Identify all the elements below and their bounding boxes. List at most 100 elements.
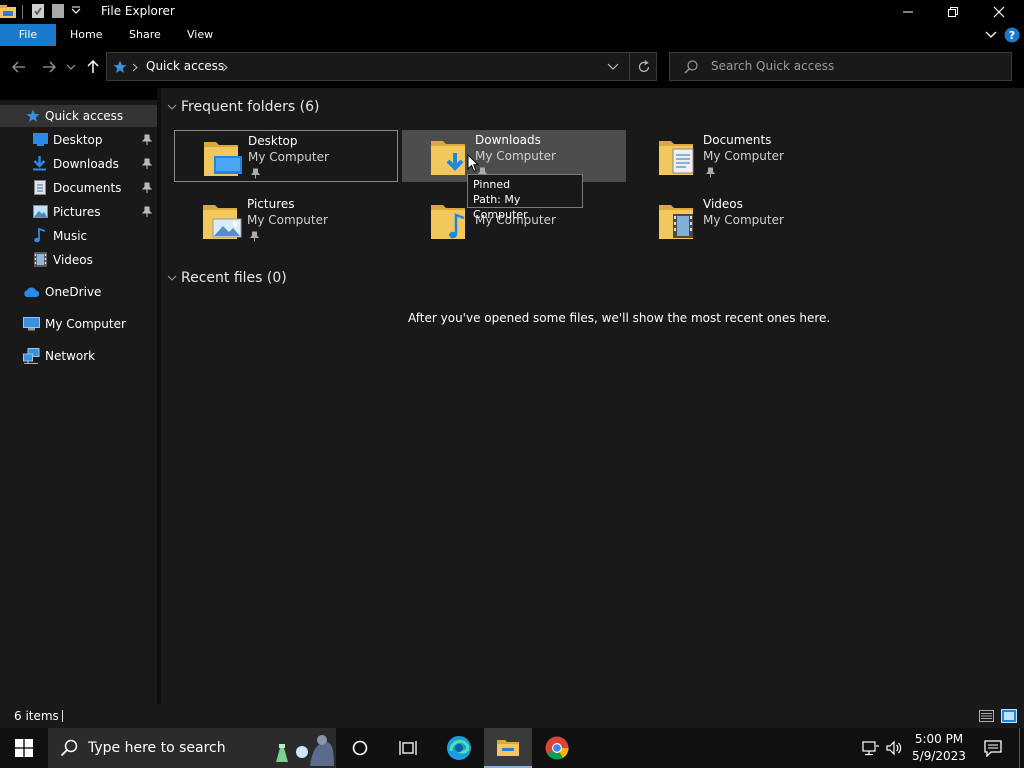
computer-icon [23,317,40,331]
tooltip-line: Path: My Computer [473,193,528,221]
folder-icon [0,4,16,21]
back-button[interactable] [8,56,30,78]
pin-icon[interactable] [142,206,152,218]
sidebar-item-label: Videos [53,253,93,267]
pictures-folder-icon [203,205,242,239]
taskbar: Type here to search 5:00 PM 5/9/2023 [0,728,1024,768]
sidebar-item-desktop[interactable]: Desktop [0,129,157,151]
arrow-up-icon [87,60,99,73]
folder-path: My Computer [703,149,784,163]
folder-name: Pictures [247,197,295,211]
action-center-button[interactable] [976,728,1010,768]
volume-icon[interactable] [886,740,902,756]
sidebar-item-videos[interactable]: Videos [0,249,157,271]
folder-tile-documents[interactable]: Documents My Computer [630,130,854,182]
pin-icon[interactable] [142,182,152,194]
tab-file[interactable]: File [0,24,56,46]
chevron-down-icon [66,64,76,70]
recent-locations-button[interactable] [62,56,80,78]
system-clock[interactable]: 5:00 PM 5/9/2023 [912,731,966,765]
network-status-icon[interactable] [862,740,880,756]
sidebar-item-music[interactable]: Music [0,225,157,247]
expand-ribbon-button[interactable] [984,29,998,44]
folder-path: My Computer [247,213,328,227]
network-icon [23,348,40,364]
recent-files-empty-message: After you've opened some files, we'll sh… [408,311,831,325]
sidebar-item-label: Quick access [45,109,124,123]
tab-share[interactable]: Share [115,24,175,46]
chevron-down-icon[interactable] [167,104,177,111]
download-icon [33,156,46,171]
forward-button[interactable] [38,56,60,78]
folder-name: Documents [703,133,772,147]
pin-icon [706,167,715,178]
folder-tile-pictures[interactable]: Pictures My Computer [174,194,398,246]
pin-icon [251,168,260,179]
properties-icon[interactable] [31,3,45,22]
pin-icon[interactable] [142,134,152,146]
sidebar-item-documents[interactable]: Documents [0,177,157,199]
sidebar-item-network[interactable]: Network [0,345,157,367]
address-divider [629,53,630,80]
recent-files-header[interactable]: Recent files (0) [181,270,287,286]
taskbar-app-file-explorer[interactable] [484,728,532,768]
cortana-button[interactable] [336,728,384,768]
toolbar-divider [22,5,23,19]
address-history-chevron-icon[interactable] [607,63,619,71]
frequent-folders-header[interactable]: Frequent folders (6) [181,99,320,115]
restore-button[interactable] [930,0,976,24]
refresh-icon[interactable] [637,60,651,74]
tooltip-line: Pinned [473,178,511,191]
large-icons-view-icon[interactable] [1001,709,1017,723]
folder-path: My Computer [475,149,556,163]
taskbar-search-input[interactable]: Type here to search [88,740,226,756]
sidebar-item-my-computer[interactable]: My Computer [0,313,157,335]
help-button[interactable]: ? [1004,27,1020,46]
folder-name: Downloads [475,133,541,147]
star-icon [26,109,40,122]
content-area: Frequent folders (6) Desktop My Computer… [161,88,1024,704]
svg-text:?: ? [1009,29,1015,42]
chevron-right-icon [132,63,138,72]
folder-name: Desktop [248,134,298,148]
cloud-icon [24,287,40,297]
chevron-down-icon[interactable] [167,275,177,282]
taskbar-app-chrome[interactable] [533,728,581,768]
windows-logo-icon [15,739,33,757]
breadcrumb[interactable]: Quick access [146,59,224,73]
minimize-button[interactable] [885,0,931,24]
task-view-button[interactable] [384,728,432,768]
sidebar-item-pictures[interactable]: Pictures [0,201,157,223]
navigation-pane: Quick access Desktop Downloads Documents… [0,100,157,704]
title-bar: File Explorer [0,0,1024,24]
start-button[interactable] [0,728,48,768]
new-folder-icon[interactable] [51,3,65,22]
customize-toolbar-chevron-icon[interactable] [71,5,81,19]
downloads-folder-icon [431,141,465,175]
taskbar-app-edge[interactable] [435,728,483,768]
restore-icon [948,7,958,17]
minimize-icon [903,11,913,13]
sidebar-item-downloads[interactable]: Downloads [0,153,157,175]
arrow-left-icon [12,61,25,73]
sidebar-item-label: Documents [53,181,122,195]
chevron-down-icon [985,31,997,38]
close-button[interactable] [976,0,1022,24]
desktop-icon [33,133,48,146]
sidebar-item-onedrive[interactable]: OneDrive [0,281,157,303]
help-icon: ? [1004,27,1020,43]
tab-home[interactable]: Home [56,24,116,46]
details-view-icon[interactable] [979,710,994,722]
sidebar-item-label: Music [53,229,88,243]
sidebar-item-quick-access[interactable]: Quick access [0,105,157,127]
pin-icon[interactable] [142,158,152,170]
ribbon: File Home Share View ? [0,24,1024,46]
search-input[interactable]: Search Quick access [711,59,834,73]
pin-icon [250,231,259,242]
folder-tile-desktop[interactable]: Desktop My Computer [174,130,398,182]
tab-view[interactable]: View [173,24,227,46]
status-bar: 6 items [0,704,1024,728]
folder-tile-videos[interactable]: Videos My Computer [630,194,854,246]
up-button[interactable] [82,56,104,78]
show-desktop-button[interactable] [1019,728,1020,768]
